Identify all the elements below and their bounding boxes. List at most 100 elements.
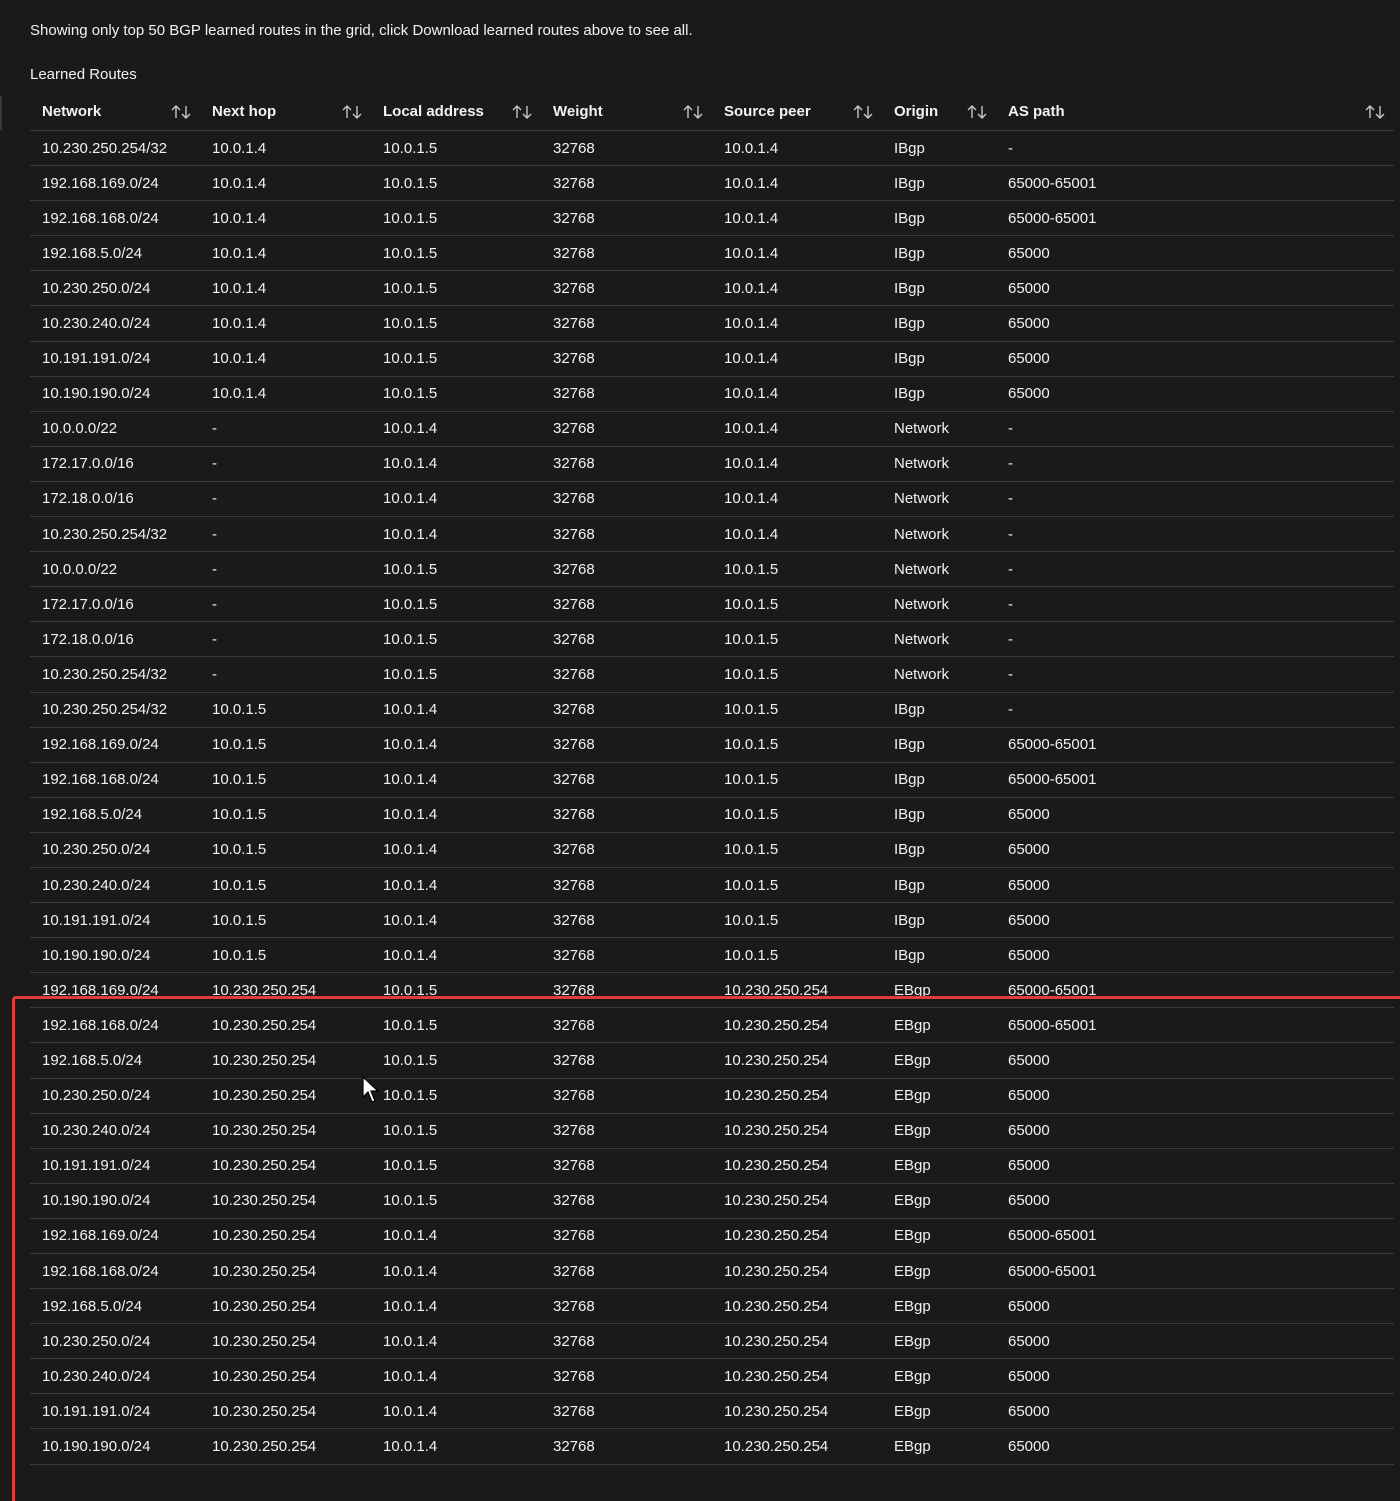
cell-as-path: - [1008, 455, 1013, 473]
table-row[interactable]: 192.168.5.0/24 10.230.250.254 10.0.1.5 3276… [30, 1043, 1394, 1079]
cell-source-peer: 10.0.1.4 [724, 244, 779, 262]
table-row[interactable]: 172.17.0.0/16 - 10.0.1.4 32768 10.0.1.4 Netwo… [30, 447, 1394, 482]
table-row[interactable]: 10.190.190.0/24 10.0.1.4 10.0.1.5 32768 10.0… [30, 377, 1394, 412]
table-row[interactable]: 10.230.240.0/24 10.0.1.4 10.0.1.5 32768 10.0… [30, 306, 1394, 342]
table-row[interactable]: 192.168.169.0/24 10.0.1.4 10.0.1.5 32768 10.… [30, 166, 1394, 202]
table-row[interactable]: 172.18.0.0/16 - 10.0.1.4 32768 10.0.1.4 Netwo… [30, 482, 1394, 518]
cell-origin: IBgp [894, 209, 925, 227]
table-row[interactable]: 10.230.250.254/32 10.0.1.5 10.0.1.4 32768 10… [30, 693, 1394, 728]
cell-network: 10.230.250.0/24 [42, 1332, 151, 1350]
cell-origin: IBgp [894, 876, 925, 894]
cell-weight: 32768 [553, 841, 595, 859]
table-row[interactable]: 10.230.250.0/24 10.0.1.4 10.0.1.5 32768 10.0… [30, 271, 1394, 307]
cell-local-address: 10.0.1.4 [383, 701, 438, 719]
cell-next-hop: - [212, 490, 217, 508]
sort-arrows-icon[interactable] [852, 103, 874, 121]
cell-source-peer: 10.0.1.5 [724, 806, 779, 824]
cell-weight: 32768 [553, 911, 595, 929]
table-row[interactable]: 10.0.0.0/22 - 10.0.1.4 32768 10.0.1.4 Network… [30, 412, 1394, 447]
table-row[interactable]: 10.230.250.0/24 10.230.250.254 10.0.1.4 327… [30, 1324, 1394, 1360]
table-row[interactable]: 192.168.169.0/24 10.0.1.5 10.0.1.4 32768 10.… [30, 728, 1394, 763]
table-row[interactable]: 192.168.5.0/24 10.0.1.4 10.0.1.5 32768 10.0.… [30, 236, 1394, 272]
column-header-next-hop[interactable]: Next hop [200, 93, 371, 130]
table-row[interactable]: 10.230.240.0/24 10.0.1.5 10.0.1.4 32768 10.0… [30, 868, 1394, 904]
cell-weight: 32768 [553, 771, 595, 789]
cell-as-path: 65000 [1008, 841, 1050, 859]
cell-network: 10.230.250.254/32 [42, 665, 168, 683]
cell-as-path: - [1008, 595, 1013, 613]
table-row[interactable]: 10.190.190.0/24 10.0.1.5 10.0.1.4 32768 10.0… [30, 938, 1394, 974]
learned-routes-grid: Network Next hop Local address Weight So… [30, 93, 1394, 1465]
cell-next-hop: 10.230.250.254 [212, 1227, 317, 1245]
table-row[interactable]: 172.18.0.0/16 - 10.0.1.5 32768 10.0.1.5 Netwo… [30, 622, 1394, 658]
cell-weight: 32768 [553, 1332, 595, 1350]
table-row[interactable]: 10.191.191.0/24 10.0.1.4 10.0.1.5 32768 10.0… [30, 342, 1394, 377]
table-row[interactable]: 10.230.250.0/24 10.0.1.5 10.0.1.4 32768 10.0… [30, 833, 1394, 868]
cell-network: 10.230.250.0/24 [42, 1087, 151, 1105]
cell-weight: 32768 [553, 1367, 595, 1385]
cell-network: 10.230.240.0/24 [42, 876, 151, 894]
table-row[interactable]: 192.168.169.0/24 10.230.250.254 10.0.1.5 32… [30, 973, 1394, 1009]
cell-source-peer: 10.230.250.254 [724, 1087, 829, 1105]
cell-as-path: - [1008, 630, 1013, 648]
table-row[interactable]: 192.168.168.0/24 10.0.1.5 10.0.1.4 32768 10.… [30, 763, 1394, 798]
cell-as-path: 65000 [1008, 350, 1050, 368]
cell-origin: EBgp [894, 1402, 931, 1420]
table-row[interactable]: 10.230.240.0/24 10.230.250.254 10.0.1.5 327… [30, 1114, 1394, 1149]
sort-arrows-icon[interactable] [341, 103, 363, 121]
cell-weight: 32768 [553, 595, 595, 613]
column-header-as-path[interactable]: AS path [996, 93, 1394, 130]
cell-network: 10.0.0.0/22 [42, 560, 118, 578]
table-row[interactable]: 10.191.191.0/24 10.0.1.5 10.0.1.4 32768 10.0… [30, 903, 1394, 939]
sort-arrows-icon[interactable] [170, 103, 192, 121]
table-row[interactable]: 10.0.0.0/22 - 10.0.1.5 32768 10.0.1.5 Network… [30, 552, 1394, 588]
cell-weight: 32768 [553, 630, 595, 648]
cell-as-path: 65000 [1008, 1402, 1050, 1420]
cell-weight: 32768 [553, 139, 595, 157]
cell-as-path: - [1008, 525, 1013, 543]
table-row[interactable]: 192.168.5.0/24 10.0.1.5 10.0.1.4 32768 10.0.… [30, 798, 1394, 833]
cell-weight: 32768 [553, 350, 595, 368]
cell-next-hop: 10.230.250.254 [212, 1332, 317, 1350]
table-row[interactable]: 192.168.5.0/24 10.230.250.254 10.0.1.4 3276… [30, 1289, 1394, 1325]
table-row[interactable]: 192.168.169.0/24 10.230.250.254 10.0.1.4 32… [30, 1219, 1394, 1254]
table-row[interactable]: 192.168.168.0/24 10.230.250.254 10.0.1.4 32… [30, 1254, 1394, 1290]
cell-origin: EBgp [894, 1192, 931, 1210]
column-header-label: Source peer [724, 103, 811, 120]
cell-local-address: 10.0.1.5 [383, 385, 438, 403]
cell-next-hop: - [212, 665, 217, 683]
cell-weight: 32768 [553, 946, 595, 964]
table-row[interactable]: 192.168.168.0/24 10.230.250.254 10.0.1.5 32… [30, 1008, 1394, 1044]
table-row[interactable]: 172.17.0.0/16 - 10.0.1.5 32768 10.0.1.5 Netwo… [30, 587, 1394, 623]
cell-source-peer: 10.230.250.254 [724, 981, 829, 999]
cell-origin: Network [894, 455, 950, 473]
sort-arrows-icon[interactable] [682, 103, 704, 121]
table-row[interactable]: 10.191.191.0/24 10.230.250.254 10.0.1.4 327… [30, 1394, 1394, 1430]
cell-network: 192.168.5.0/24 [42, 1297, 143, 1315]
cell-network: 10.190.190.0/24 [42, 946, 151, 964]
table-row[interactable]: 10.230.250.0/24 10.230.250.254 10.0.1.5 327… [30, 1079, 1394, 1114]
cell-network: 192.168.5.0/24 [42, 1051, 143, 1069]
column-header-weight[interactable]: Weight [541, 93, 712, 130]
column-header-source-peer[interactable]: Source peer [712, 93, 882, 130]
table-row[interactable]: 10.190.190.0/24 10.230.250.254 10.0.1.4 327… [30, 1429, 1394, 1465]
cell-as-path: 65000 [1008, 315, 1050, 333]
table-row[interactable]: 10.230.250.254/32 - 10.0.1.5 32768 10.0.1.5 N… [30, 657, 1394, 693]
table-row[interactable]: 10.191.191.0/24 10.230.250.254 10.0.1.5 327… [30, 1149, 1394, 1184]
column-header-origin[interactable]: Origin [882, 93, 996, 130]
cell-local-address: 10.0.1.4 [383, 771, 438, 789]
column-header-local-address[interactable]: Local address [371, 93, 541, 130]
cell-source-peer: 10.0.1.5 [724, 946, 779, 964]
sort-arrows-icon[interactable] [1364, 103, 1386, 121]
column-header-network[interactable]: Network [30, 93, 200, 130]
sort-arrows-icon[interactable] [511, 103, 533, 121]
cell-source-peer: 10.0.1.5 [724, 736, 779, 754]
sort-arrows-icon[interactable] [966, 103, 988, 121]
table-row[interactable]: 10.230.250.254/32 10.0.1.4 10.0.1.5 32768 10… [30, 131, 1394, 167]
cell-weight: 32768 [553, 876, 595, 894]
table-row[interactable]: 10.230.250.254/32 - 10.0.1.4 32768 10.0.1.4 N… [30, 517, 1394, 553]
table-row[interactable]: 10.230.240.0/24 10.230.250.254 10.0.1.4 327… [30, 1359, 1394, 1395]
table-row[interactable]: 192.168.168.0/24 10.0.1.4 10.0.1.5 32768 10.… [30, 201, 1394, 237]
table-row[interactable]: 10.190.190.0/24 10.230.250.254 10.0.1.5 327… [30, 1184, 1394, 1219]
column-header-label: Next hop [212, 103, 277, 120]
